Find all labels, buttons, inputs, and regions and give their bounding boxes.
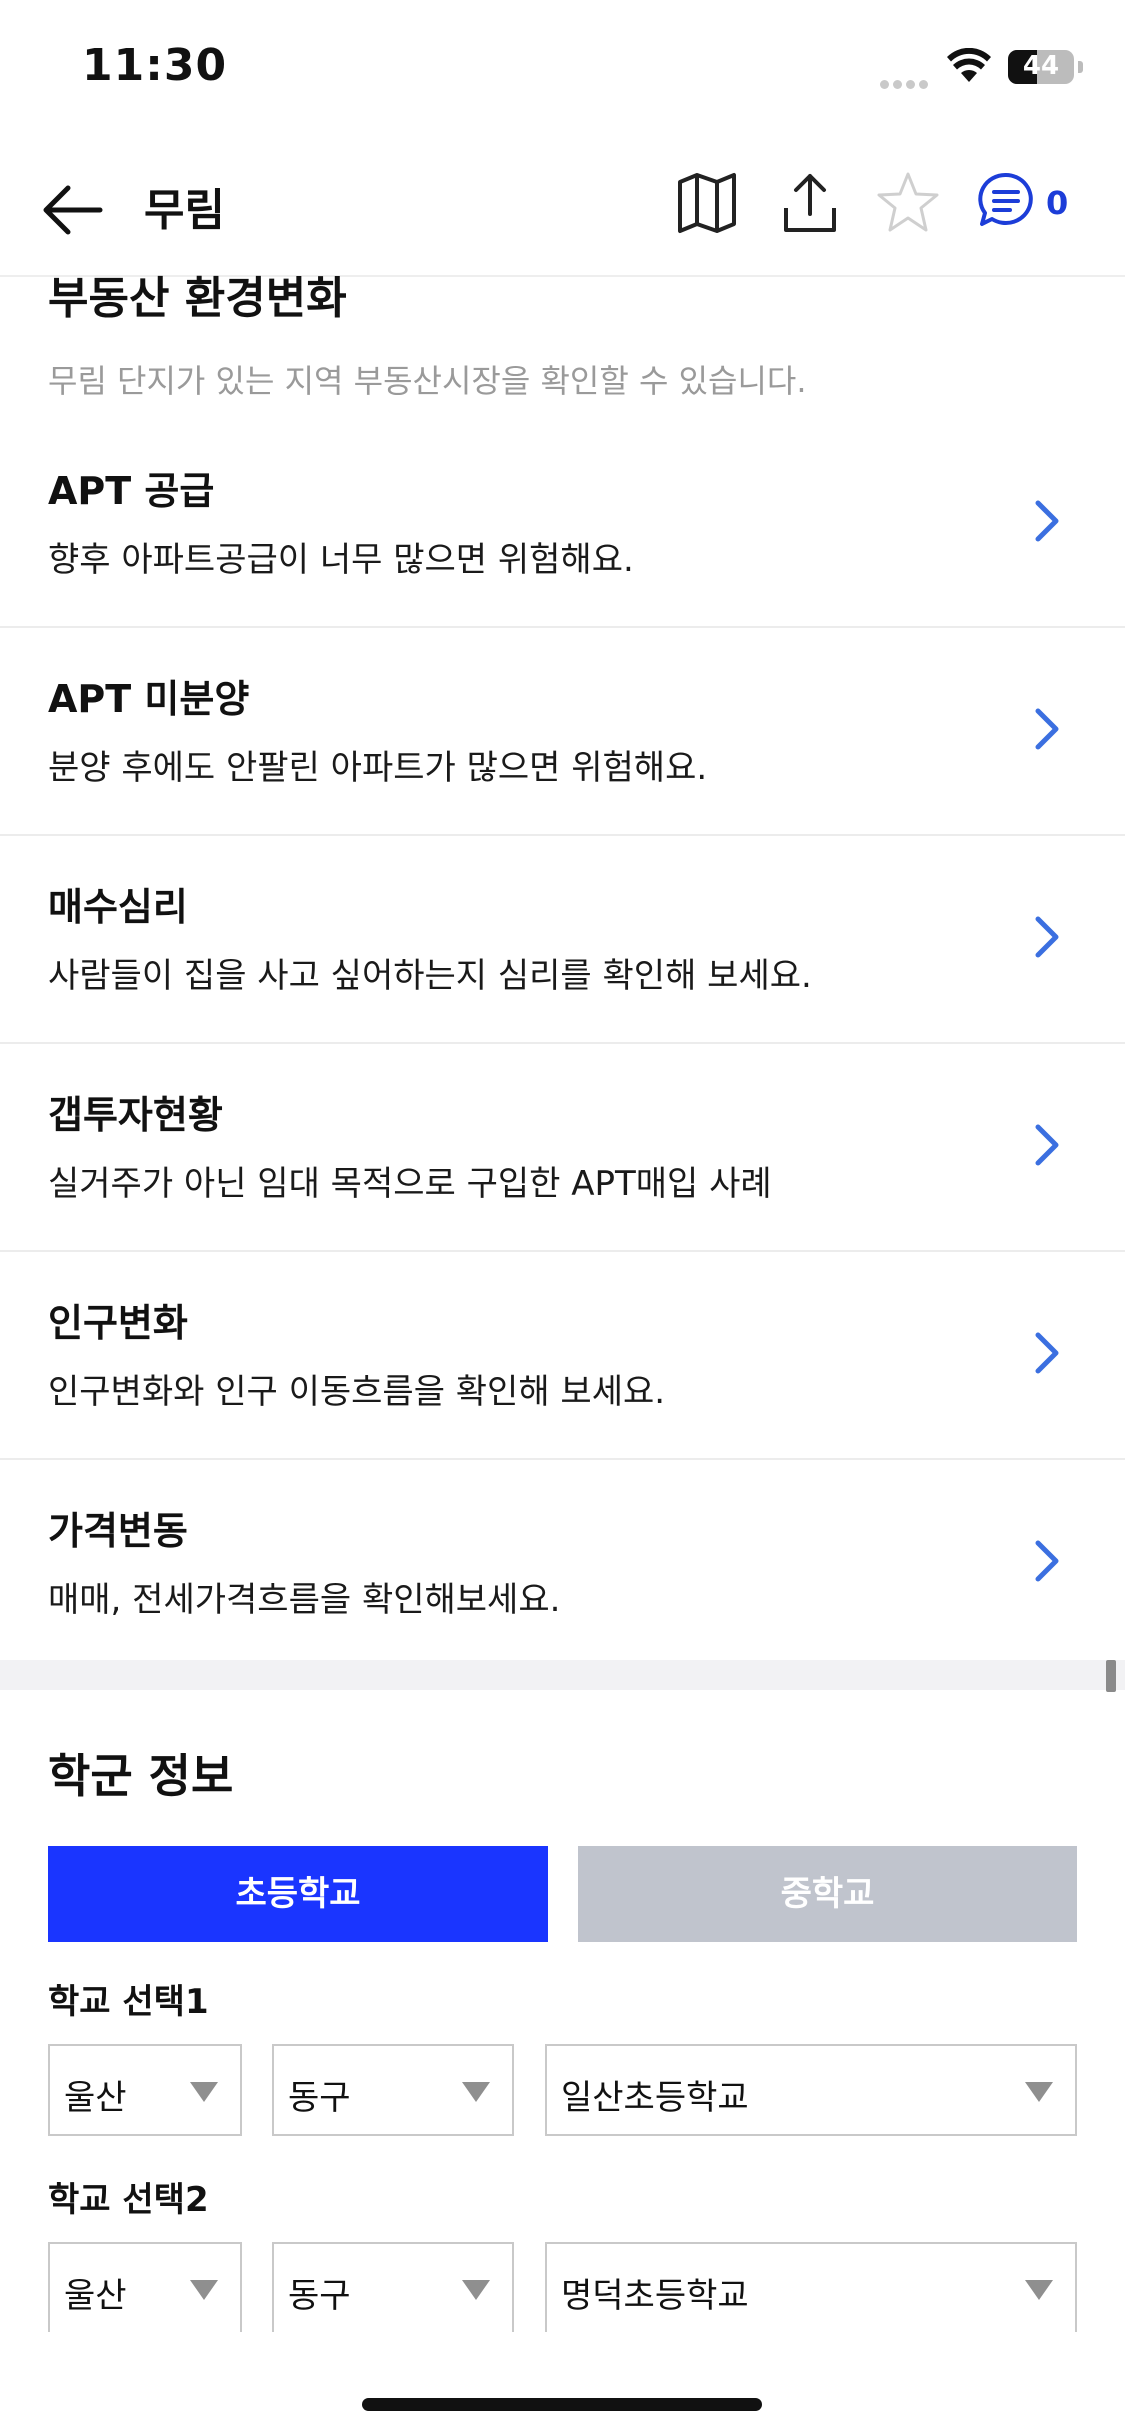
scrollbar[interactable] xyxy=(1106,1660,1116,1692)
chat-icon[interactable] xyxy=(976,170,1036,230)
list-item[interactable]: 인구변화 인구변화와 인구 이동흐름을 확인해 보세요. xyxy=(0,1252,1125,1460)
list-item[interactable]: APT 공급 향후 아파트공급이 너무 많으면 위험해요. xyxy=(0,420,1125,628)
dropdown-arrow-icon xyxy=(190,2082,218,2102)
dropdown-arrow-icon xyxy=(190,2280,218,2300)
district-select-2-value: 동구 xyxy=(288,2276,351,2316)
page-title: 무림 xyxy=(144,185,225,236)
list-item-title: 매수심리 xyxy=(48,885,188,929)
district-select-2[interactable]: 동구 xyxy=(272,2242,514,2332)
city-select-1-value: 울산 xyxy=(64,2078,127,2118)
back-arrow-icon[interactable] xyxy=(38,180,104,240)
chevron-right-icon xyxy=(1035,1332,1059,1374)
dropdown-arrow-icon xyxy=(462,2082,490,2102)
top-nav-bar: 무림 0 xyxy=(0,140,1125,277)
district-select-1[interactable]: 동구 xyxy=(272,2044,514,2136)
school-select-1-label: 학교 선택1 xyxy=(48,1982,209,2022)
home-indicator[interactable] xyxy=(362,2398,762,2411)
chevron-right-icon xyxy=(1035,500,1059,542)
list-item[interactable]: 매수심리 사람들이 집을 사고 싶어하는지 심리를 확인해 보세요. xyxy=(0,836,1125,1044)
list-item-title: APT 미분양 xyxy=(48,677,250,721)
list-item-desc: 인구변화와 인구 이동흐름을 확인해 보세요. xyxy=(48,1372,666,1412)
list-item-desc: 향후 아파트공급이 너무 많으면 위험해요. xyxy=(48,540,634,580)
section-divider xyxy=(0,1660,1125,1690)
chevron-right-icon xyxy=(1035,1540,1059,1582)
chevron-right-icon xyxy=(1035,916,1059,958)
map-icon[interactable] xyxy=(676,170,738,236)
list-item-desc: 매매, 전세가격흐름을 확인해보세요. xyxy=(48,1580,561,1620)
city-select-2-value: 울산 xyxy=(64,2276,127,2316)
chat-count-badge: 0 xyxy=(1046,184,1069,222)
list-item[interactable]: APT 미분양 분양 후에도 안팔린 아파트가 많으면 위험해요. xyxy=(0,628,1125,836)
dropdown-arrow-icon xyxy=(1025,2082,1053,2102)
real-estate-list: APT 공급 향후 아파트공급이 너무 많으면 위험해요. APT 미분양 분양… xyxy=(0,420,1125,1666)
tab-middle-school[interactable]: 중학교 xyxy=(578,1846,1077,1942)
section-description: 무림 단지가 있는 지역 부동산시장을 확인할 수 있습니다. xyxy=(48,362,807,400)
cellular-signal-icon xyxy=(880,74,932,93)
section-title: 부동산 환경변화 xyxy=(48,273,347,324)
list-item-title: APT 공급 xyxy=(48,469,215,513)
status-time: 11:30 xyxy=(82,40,228,91)
school-section-title: 학군 정보 xyxy=(48,1749,234,1803)
dropdown-arrow-icon xyxy=(462,2280,490,2300)
tab-elementary-school[interactable]: 초등학교 xyxy=(48,1846,548,1942)
district-select-1-value: 동구 xyxy=(288,2078,351,2118)
chevron-right-icon xyxy=(1035,708,1059,750)
list-item-desc: 사람들이 집을 사고 싶어하는지 심리를 확인해 보세요. xyxy=(48,956,812,996)
chevron-right-icon xyxy=(1035,1124,1059,1166)
battery-icon: 44 xyxy=(1008,50,1074,84)
star-icon[interactable] xyxy=(876,170,940,234)
school-select-2[interactable]: 명덕초등학교 xyxy=(545,2242,1077,2332)
battery-level: 44 xyxy=(1022,51,1060,81)
dropdown-arrow-icon xyxy=(1025,2280,1053,2300)
list-item[interactable]: 갭투자현황 실거주가 아닌 임대 목적으로 구입한 APT매입 사례 xyxy=(0,1044,1125,1252)
city-select-2[interactable]: 울산 xyxy=(48,2242,242,2332)
school-select-2-value: 명덕초등학교 xyxy=(561,2276,749,2316)
list-item[interactable]: 가격변동 매매, 전세가격흐름을 확인해보세요. xyxy=(0,1460,1125,1666)
list-item-title: 갭투자현황 xyxy=(48,1093,223,1137)
status-bar: 11:30 44 xyxy=(0,0,1125,140)
list-item-title: 가격변동 xyxy=(48,1509,188,1553)
wifi-icon xyxy=(947,48,991,82)
school-select-1-value: 일산초등학교 xyxy=(561,2078,749,2118)
school-select-2-label: 학교 선택2 xyxy=(48,2180,209,2220)
list-item-title: 인구변화 xyxy=(48,1301,188,1345)
city-select-1[interactable]: 울산 xyxy=(48,2044,242,2136)
list-item-desc: 분양 후에도 안팔린 아파트가 많으면 위험해요. xyxy=(48,748,708,788)
list-item-desc: 실거주가 아닌 임대 목적으로 구입한 APT매입 사례 xyxy=(48,1164,772,1204)
school-select-1[interactable]: 일산초등학교 xyxy=(545,2044,1077,2136)
share-icon[interactable] xyxy=(780,170,840,236)
